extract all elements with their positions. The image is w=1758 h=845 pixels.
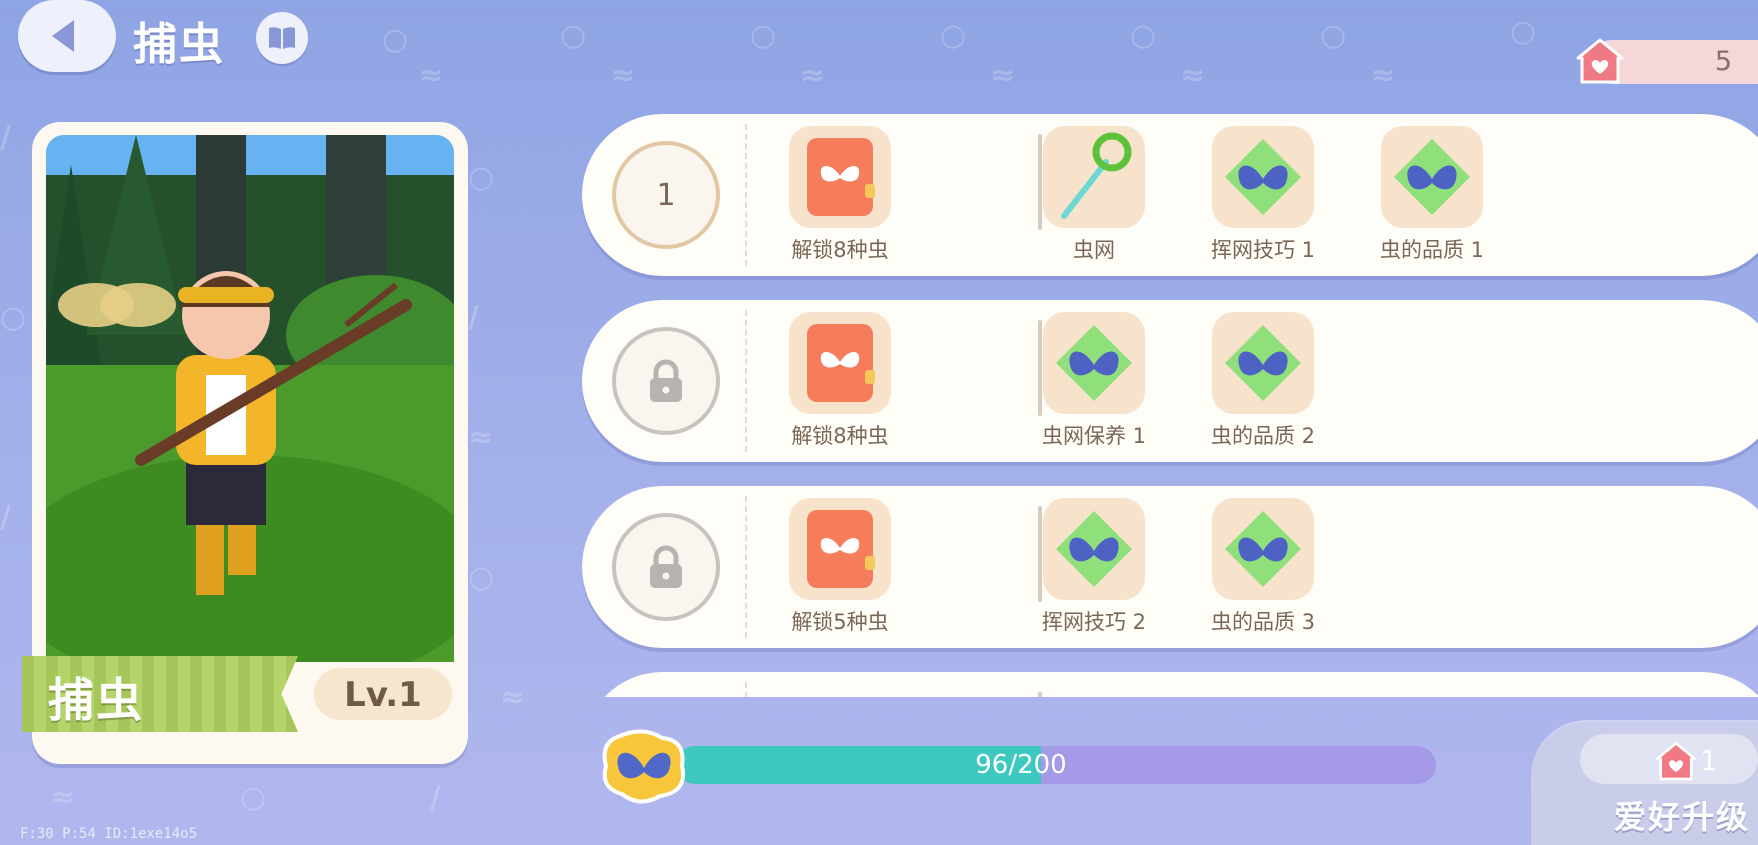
butterfly-skill-icon: [1225, 511, 1301, 587]
reward-row-1[interactable]: 1 解锁8种虫 虫网 挥网技巧 1 虫的品质 1: [582, 114, 1758, 276]
butterfly-skill-icon: [1056, 511, 1132, 587]
requirement-label: 解锁5种虫: [791, 610, 889, 634]
character-level: Lv.1: [344, 675, 422, 715]
row-divider: [745, 496, 747, 638]
requirement-item[interactable]: 解锁5种虫: [765, 498, 915, 636]
butterfly-book-icon: [807, 138, 875, 216]
reward-label: 虫的品质 3: [1210, 610, 1316, 634]
row-divider: [745, 124, 747, 266]
hobby-points-value: 5: [1714, 46, 1732, 77]
level-badge: 1: [612, 141, 720, 249]
reward-label: 挥网技巧 2: [1041, 610, 1147, 634]
reward-label: 虫网保养 1: [1041, 424, 1147, 448]
home-heart-icon: [1656, 742, 1696, 781]
row-divider: [745, 310, 747, 452]
home-heart-icon: [1576, 38, 1624, 84]
requirement-label: 解锁8种虫: [791, 424, 889, 448]
reward-item[interactable]: 虫网保养 1: [1019, 312, 1169, 450]
debug-info: F:30 P:54 ID:1exe14o5: [20, 826, 198, 842]
lock-icon: [650, 359, 682, 402]
locked-badge: [612, 327, 720, 435]
net-icon: [1061, 132, 1132, 219]
requirement-item[interactable]: 解锁8种虫: [765, 126, 915, 264]
guide-book-button[interactable]: [256, 12, 308, 64]
upgrade-label[interactable]: 爱好升级: [1614, 792, 1750, 838]
level-rewards-list[interactable]: 1 解锁8种虫 虫网 挥网技巧 1 虫的品质 1 解锁8种虫 虫网保养 1 虫的…: [582, 112, 1758, 697]
butterfly-skill-icon: [1225, 325, 1301, 401]
butterfly-skill-icon: [1225, 139, 1301, 215]
experience-progress-text: 96/200: [975, 750, 1067, 780]
reward-row-2[interactable]: 解锁8种虫 虫网保养 1 虫的品质 2: [582, 300, 1758, 462]
character-portrait: [46, 135, 454, 662]
butterfly-skill-icon: [1056, 325, 1132, 401]
character-name: 捕虫: [48, 673, 144, 727]
row-separator: [1038, 692, 1042, 697]
back-button[interactable]: [18, 0, 116, 72]
reward-row-3[interactable]: 解锁5种虫 挥网技巧 2 虫的品质 3: [582, 486, 1758, 648]
reward-item[interactable]: 挥网技巧 1: [1188, 126, 1338, 264]
locked-badge: [612, 513, 720, 621]
book-icon: [269, 27, 295, 49]
butterfly-skill-icon: [1394, 139, 1470, 215]
row-divider: [745, 682, 747, 697]
upgrade-cost-value: 1: [1700, 744, 1718, 777]
level-number: 1: [656, 177, 676, 213]
reward-item[interactable]: 虫的品质 3: [1188, 498, 1338, 636]
butterfly-book-icon: [807, 510, 875, 588]
back-arrow-icon: [52, 20, 74, 52]
lock-icon: [650, 545, 682, 588]
reward-item[interactable]: 虫的品质 2: [1188, 312, 1338, 450]
reward-label: 虫的品质 1: [1379, 238, 1485, 262]
requirement-label: 解锁8种虫: [791, 238, 889, 262]
reward-row-4[interactable]: [582, 672, 1758, 697]
reward-label: 虫的品质 2: [1210, 424, 1316, 448]
reward-label: 虫网: [1073, 238, 1115, 262]
reward-item[interactable]: 虫的品质 1: [1357, 126, 1507, 264]
butterfly-book-icon: [807, 324, 875, 402]
butterfly-badge-icon: [602, 729, 685, 804]
requirement-item[interactable]: 解锁8种虫: [765, 312, 915, 450]
reward-label: 挥网技巧 1: [1210, 238, 1316, 262]
reward-item[interactable]: 挥网技巧 2: [1019, 498, 1169, 636]
reward-item[interactable]: 虫网: [1019, 126, 1169, 264]
page-title: 捕虫: [133, 19, 225, 70]
